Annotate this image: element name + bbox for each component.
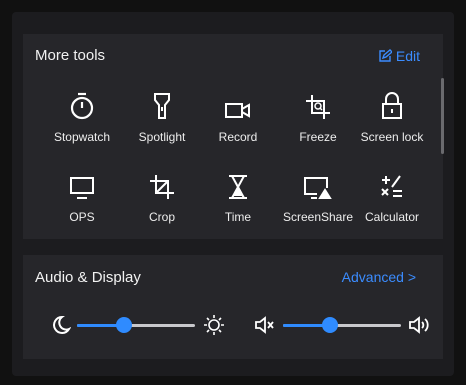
lock-icon — [381, 88, 403, 120]
record-icon — [224, 88, 252, 120]
audio-display-title: Audio & Display — [35, 269, 141, 286]
tool-ops[interactable]: OPS — [40, 168, 124, 238]
brightness-knob[interactable] — [116, 317, 132, 333]
tool-screenshare[interactable]: ScreenShare — [276, 168, 360, 238]
moon-icon — [49, 314, 71, 336]
tool-calculator[interactable]: Calculator — [350, 168, 434, 238]
tool-screen-lock[interactable]: Screen lock — [350, 88, 434, 158]
tool-label: Spotlight — [138, 130, 186, 144]
crop-icon — [149, 168, 175, 200]
advanced-link[interactable]: Advanced > — [342, 269, 416, 285]
tool-label: Calculator — [364, 210, 420, 224]
freeze-icon — [305, 88, 331, 120]
monitor-icon — [69, 168, 95, 200]
screenshare-icon — [303, 168, 333, 200]
tool-spotlight[interactable]: Spotlight — [120, 88, 204, 158]
calculator-icon — [380, 168, 404, 200]
tool-freeze[interactable]: Freeze — [276, 88, 360, 158]
tool-time[interactable]: Time — [196, 168, 280, 238]
tool-crop[interactable]: Crop — [120, 168, 204, 238]
mute-icon — [254, 314, 276, 336]
stopwatch-icon — [69, 88, 95, 120]
tool-label: Screen lock — [360, 130, 424, 144]
tool-label: Time — [224, 210, 252, 224]
more-tools-title: More tools — [35, 47, 106, 64]
tool-stopwatch[interactable]: Stopwatch — [40, 88, 124, 158]
tool-record[interactable]: Record — [196, 88, 280, 158]
volume-icon — [408, 314, 432, 336]
tool-label: Crop — [148, 210, 175, 224]
tool-label: Freeze — [299, 130, 337, 144]
volume-slider[interactable] — [283, 316, 401, 336]
volume-knob[interactable] — [322, 317, 338, 333]
spotlight-icon — [153, 88, 171, 120]
edit-button[interactable]: Edit — [378, 48, 420, 64]
sun-icon — [203, 314, 225, 336]
edit-icon — [378, 49, 392, 63]
tool-label: OPS — [69, 210, 95, 224]
brightness-slider[interactable] — [77, 316, 195, 336]
tool-label: ScreenShare — [282, 210, 354, 224]
hourglass-icon — [228, 168, 248, 200]
tools-scrollbar[interactable] — [441, 78, 444, 154]
tool-label: Stopwatch — [53, 130, 111, 144]
tool-label: Record — [218, 130, 258, 144]
edit-label: Edit — [395, 48, 420, 64]
